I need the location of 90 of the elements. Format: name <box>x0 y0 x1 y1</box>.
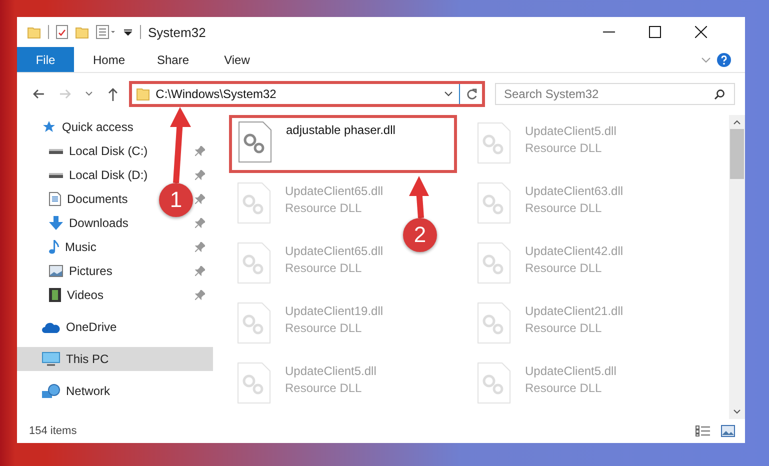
file-icon <box>477 242 511 284</box>
pin-icon[interactable] <box>195 266 205 276</box>
item-count: 154 items <box>29 425 77 437</box>
music-note-icon <box>49 240 59 254</box>
document-icon <box>49 192 61 206</box>
file-name: UpdateClient5.dll <box>285 364 376 378</box>
file-name: UpdateClient19.dll <box>285 304 384 318</box>
file-name: UpdateClient65.dll <box>285 244 384 258</box>
pin-icon[interactable] <box>195 218 205 228</box>
chevron-down-icon[interactable] <box>733 409 741 415</box>
scrollbar[interactable] <box>729 115 745 419</box>
monitor-icon <box>42 352 60 366</box>
sidebar-item[interactable]: Videos <box>49 283 104 307</box>
sidebar-item[interactable]: Documents <box>49 187 128 211</box>
file-type: Resource DLL <box>285 321 363 335</box>
file-name: adjustable phaser.dll <box>286 123 396 137</box>
sidebar-item[interactable]: OneDrive <box>42 315 117 339</box>
file-name: UpdateClient5.dll <box>525 124 616 138</box>
up-arrow-icon[interactable] <box>106 88 119 100</box>
back-arrow-icon[interactable] <box>33 88 45 100</box>
chevron-down-icon[interactable] <box>444 91 453 97</box>
properties-icon[interactable] <box>96 25 116 39</box>
file-type: Resource DLL <box>285 381 363 395</box>
star-icon <box>42 120 56 134</box>
file-icon <box>477 122 511 164</box>
sidebar-item[interactable]: Quick access <box>42 115 134 139</box>
file-icon <box>237 302 271 344</box>
maximize-icon[interactable] <box>649 26 661 38</box>
file-name: UpdateClient5.dll <box>525 364 616 378</box>
address-path: C:\Windows\System32 <box>156 87 278 101</box>
down-arrow-icon <box>49 216 63 230</box>
refresh-icon[interactable] <box>466 88 478 100</box>
film-icon <box>49 288 61 302</box>
step-number: 2 <box>403 218 437 252</box>
file-type: Resource DLL <box>525 261 603 275</box>
file-icon <box>477 182 511 224</box>
address-bar[interactable]: C:\Windows\System32 <box>128 81 485 107</box>
file-type: Resource DLL <box>525 381 603 395</box>
sidebar-item[interactable]: Network <box>42 379 110 403</box>
arrow <box>408 176 430 218</box>
large-icons-view-icon[interactable] <box>721 425 735 437</box>
file-name: UpdateClient65.dll <box>285 184 384 198</box>
search-field[interactable]: Search System32 <box>495 83 735 105</box>
file-type: Resource DLL <box>285 261 363 275</box>
pin-icon[interactable] <box>195 194 205 204</box>
file-name: UpdateClient42.dll <box>525 244 624 258</box>
picture-icon <box>49 265 63 277</box>
window-title: System32 <box>148 24 206 40</box>
pin-icon[interactable] <box>195 290 205 300</box>
file-icon <box>237 242 271 284</box>
help-icon[interactable] <box>717 52 731 66</box>
file-icon <box>237 182 271 224</box>
chevron-up-icon[interactable] <box>733 119 741 125</box>
pin-icon[interactable] <box>195 242 205 252</box>
step-number: 1 <box>159 183 193 217</box>
file-icon <box>237 362 271 404</box>
file-name: UpdateClient21.dll <box>525 304 624 318</box>
ribbon-tab[interactable]: View <box>208 47 266 72</box>
sidebar-item[interactable]: Local Disk (D:) <box>49 163 148 187</box>
network-icon <box>42 384 60 398</box>
sidebar-item[interactable]: Downloads <box>49 211 128 235</box>
gears-file-icon <box>238 121 272 163</box>
details-view-icon[interactable] <box>695 425 711 437</box>
drive-icon <box>49 148 63 154</box>
drive-icon <box>49 172 63 178</box>
file-type: Resource DLL <box>525 201 603 215</box>
file-item[interactable]: adjustable phaser.dll <box>229 115 457 173</box>
sidebar-item[interactable]: This PC <box>17 347 213 371</box>
dropdown-icon[interactable] <box>123 27 133 37</box>
file-name: UpdateClient63.dll <box>525 184 624 198</box>
sidebar-item[interactable]: Local Disk (C:) <box>49 139 148 163</box>
file-type: Resource DLL <box>285 201 363 215</box>
sidebar-item[interactable]: Music <box>49 235 96 259</box>
file-type: Resource DLL <box>525 321 603 335</box>
file-icon <box>477 362 511 404</box>
pin-icon[interactable] <box>195 146 205 156</box>
ribbon-tab[interactable]: File <box>17 47 74 72</box>
file-type: Resource DLL <box>525 141 603 155</box>
file-icon <box>477 302 511 344</box>
search-icon[interactable] <box>714 89 725 100</box>
folder-icon <box>136 87 150 101</box>
close-icon[interactable] <box>695 26 707 38</box>
sidebar-item[interactable]: Pictures <box>49 259 112 283</box>
ribbon-tab[interactable]: Home <box>80 47 138 72</box>
ribbon-tab[interactable]: Share <box>144 47 202 72</box>
checklist-icon[interactable] <box>56 25 68 39</box>
pin-icon[interactable] <box>195 170 205 180</box>
cloud-icon <box>42 322 60 332</box>
chevron-down-icon[interactable] <box>84 91 93 97</box>
scrollbar-thumb[interactable] <box>730 129 744 179</box>
